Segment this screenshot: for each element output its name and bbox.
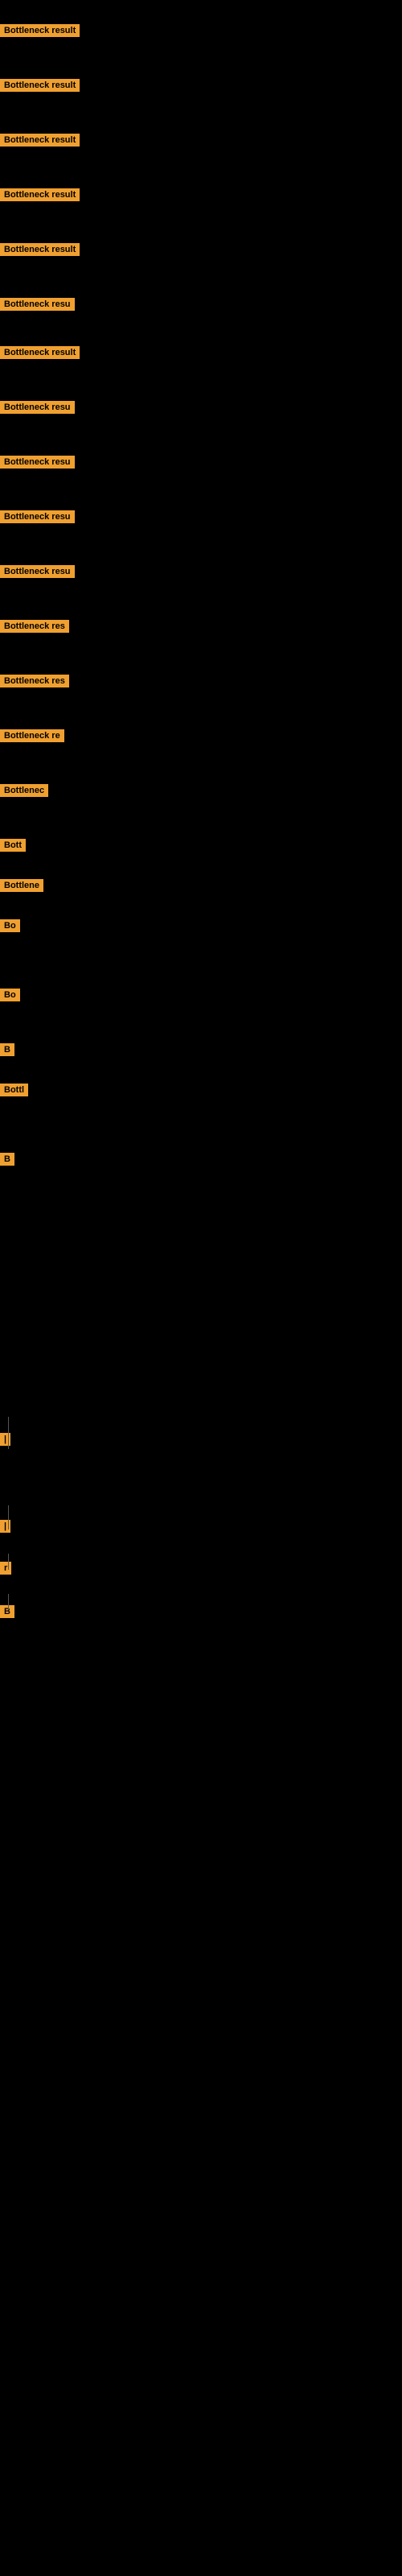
bottleneck-label-25: r	[0, 1562, 11, 1575]
bottleneck-label-10: Bottleneck resu	[0, 510, 75, 523]
bottleneck-label-24: |	[0, 1520, 10, 1533]
bottleneck-label-4: Bottleneck result	[0, 188, 80, 201]
bottleneck-label-26: B	[0, 1605, 14, 1618]
bottleneck-label-2: Bottleneck result	[0, 79, 80, 92]
bottleneck-label-21: Bottl	[0, 1084, 28, 1096]
bottleneck-label-7: Bottleneck result	[0, 346, 80, 359]
bottleneck-label-19: Bo	[0, 989, 20, 1001]
bottleneck-label-11: Bottleneck resu	[0, 565, 75, 578]
bottleneck-label-12: Bottleneck res	[0, 620, 69, 633]
bottleneck-label-13: Bottleneck res	[0, 675, 69, 687]
vertical-line-0	[8, 1417, 9, 1449]
bottleneck-label-20: B	[0, 1043, 14, 1056]
bottleneck-label-14: Bottleneck re	[0, 729, 64, 742]
vertical-line-1	[8, 1505, 9, 1530]
bottleneck-label-6: Bottleneck resu	[0, 298, 75, 311]
bottleneck-label-1: Bottleneck result	[0, 24, 80, 37]
bottleneck-label-9: Bottleneck resu	[0, 456, 75, 469]
vertical-line-2	[8, 1554, 9, 1570]
bottleneck-label-18: Bo	[0, 919, 20, 932]
bottleneck-label-23: |	[0, 1433, 10, 1446]
bottleneck-label-17: Bottlene	[0, 879, 43, 892]
bottleneck-label-22: B	[0, 1153, 14, 1166]
bottleneck-label-15: Bottlenec	[0, 784, 48, 797]
bottleneck-label-8: Bottleneck resu	[0, 401, 75, 414]
bottleneck-label-5: Bottleneck result	[0, 243, 80, 256]
bottleneck-label-3: Bottleneck result	[0, 134, 80, 147]
bottleneck-label-16: Bott	[0, 839, 26, 852]
vertical-line-3	[8, 1594, 9, 1610]
